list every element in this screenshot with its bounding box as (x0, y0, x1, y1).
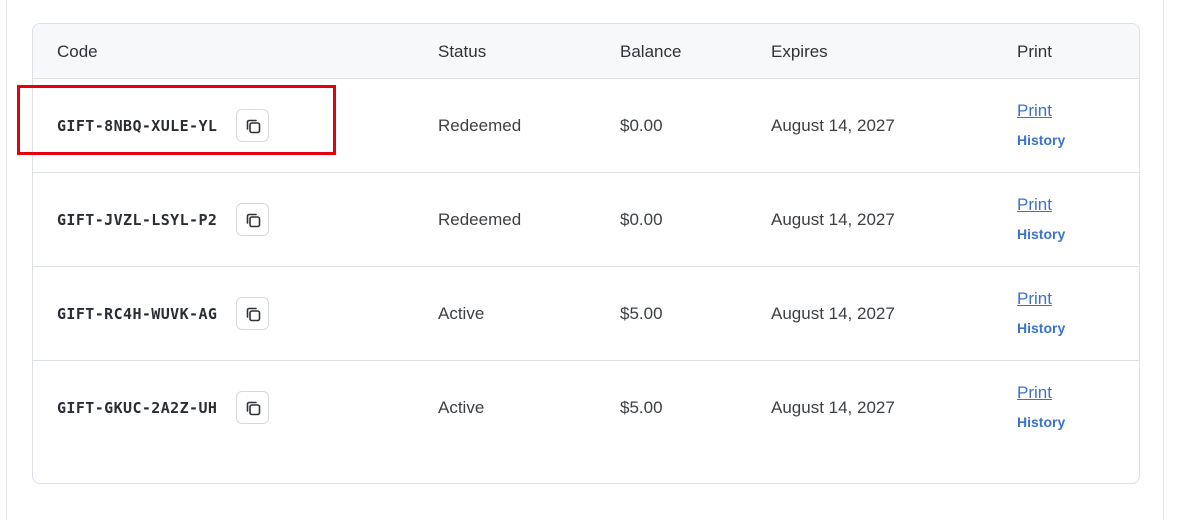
history-link[interactable]: History (1017, 226, 1065, 242)
expires-text: August 14, 2027 (771, 210, 895, 229)
balance-text: $0.00 (620, 210, 663, 229)
gift-card-table: Code Status Balance Expires Print GIFT-8… (32, 23, 1140, 484)
copy-icon (246, 401, 261, 416)
copy-code-button[interactable] (236, 391, 269, 424)
copy-code-button[interactable] (236, 203, 269, 236)
balance-text: $5.00 (620, 304, 663, 323)
copy-icon (246, 213, 261, 228)
header-code: Code (57, 42, 98, 61)
expires-text: August 14, 2027 (771, 304, 895, 323)
status-text: Active (438, 398, 485, 417)
history-link[interactable]: History (1017, 132, 1065, 148)
history-link[interactable]: History (1017, 320, 1065, 336)
header-balance: Balance (620, 42, 682, 61)
table-row: GIFT-8NBQ-XULE-YL Redeemed $0.00 August … (33, 79, 1139, 173)
balance-text: $5.00 (620, 398, 663, 417)
expires-text: August 14, 2027 (771, 398, 895, 417)
copy-icon (246, 119, 261, 134)
table-row: GIFT-GKUC-2A2Z-UH Active $5.00 August 14… (33, 361, 1139, 455)
gift-code: GIFT-GKUC-2A2Z-UH (57, 399, 218, 417)
print-link[interactable]: Print (1017, 195, 1052, 215)
status-text: Redeemed (438, 116, 522, 135)
print-link[interactable]: Print (1017, 383, 1052, 403)
balance-text: $0.00 (620, 116, 663, 135)
copy-code-button[interactable] (236, 109, 269, 142)
copy-icon (246, 307, 261, 322)
print-actions: Print History (1017, 173, 1117, 267)
print-actions: Print History (1017, 361, 1117, 455)
print-actions: Print History (1017, 79, 1117, 173)
table-row: GIFT-JVZL-LSYL-P2 Redeemed $0.00 August … (33, 173, 1139, 267)
gift-code: GIFT-8NBQ-XULE-YL (57, 117, 218, 135)
print-link[interactable]: Print (1017, 289, 1052, 309)
history-link[interactable]: History (1017, 414, 1065, 430)
gift-code: GIFT-RC4H-WUVK-AG (57, 305, 218, 323)
print-actions: Print History (1017, 267, 1117, 361)
header-print: Print (1017, 42, 1052, 61)
table-row: GIFT-RC4H-WUVK-AG Active $5.00 August 14… (33, 267, 1139, 361)
header-status: Status (438, 42, 487, 61)
header-expires: Expires (771, 42, 828, 61)
status-text: Active (438, 304, 485, 323)
table-header: Code Status Balance Expires Print (33, 24, 1139, 79)
print-link[interactable]: Print (1017, 101, 1052, 121)
expires-text: August 14, 2027 (771, 116, 895, 135)
gift-code: GIFT-JVZL-LSYL-P2 (57, 211, 218, 229)
copy-code-button[interactable] (236, 297, 269, 330)
status-text: Redeemed (438, 210, 522, 229)
